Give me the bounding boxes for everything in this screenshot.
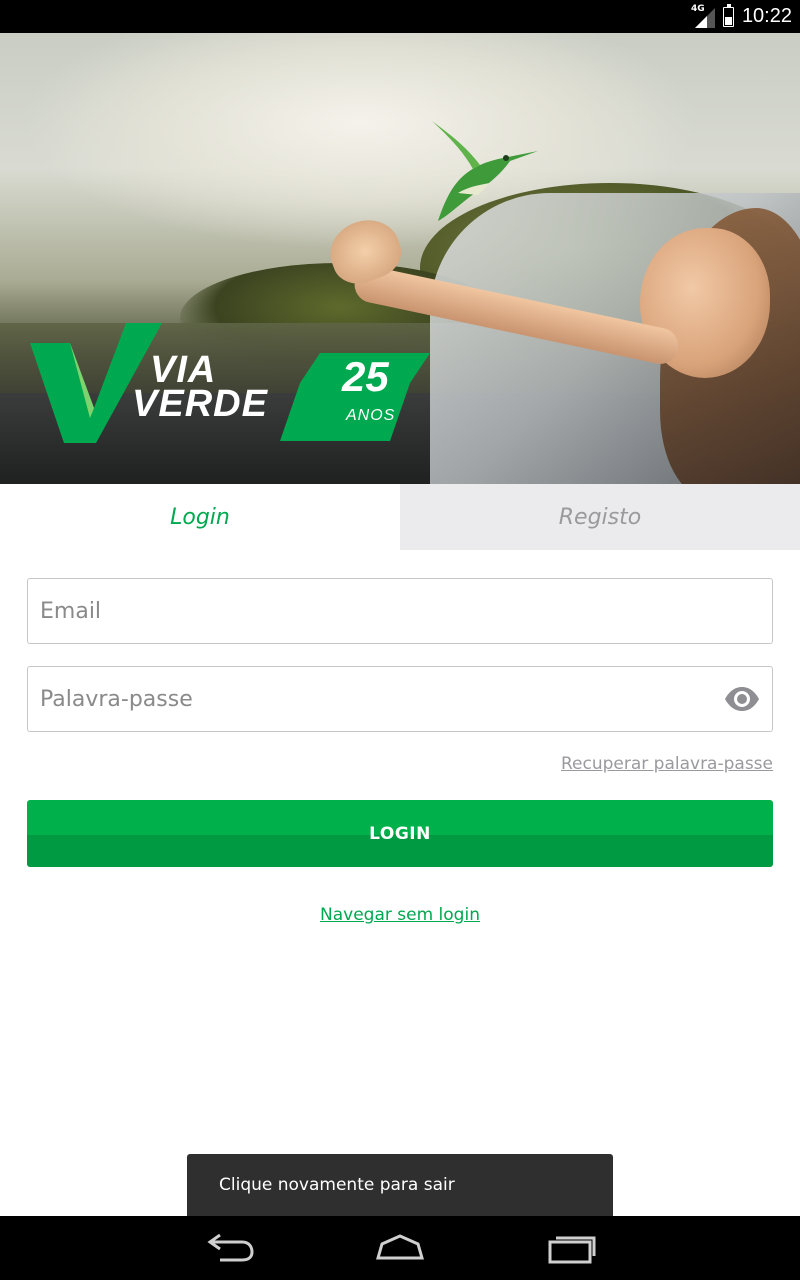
recent-apps-icon[interactable]: [542, 1228, 602, 1268]
network-type-label: 4G: [690, 3, 705, 14]
logo-via-text: VIA: [150, 349, 217, 391]
signal-icon: 4G: [690, 3, 715, 28]
toast-message: Clique novamente para sair: [187, 1154, 613, 1216]
email-input[interactable]: [28, 579, 700, 643]
eye-icon[interactable]: [724, 685, 760, 713]
recover-password-link[interactable]: Recuperar palavra-passe: [561, 754, 773, 774]
hero-banner: VIA VERDE 25 ANOS: [0, 33, 800, 484]
status-icons: 4G 10:22: [690, 3, 792, 29]
browse-container: Navegar sem login: [0, 905, 800, 925]
anniversary-word: ANOS: [346, 407, 396, 424]
battery-icon: [722, 3, 734, 27]
system-navigation-bar: [0, 1216, 800, 1280]
login-button[interactable]: LOGIN: [27, 800, 773, 867]
password-field[interactable]: [27, 666, 773, 732]
auth-tabs: Login Registo: [0, 484, 800, 550]
back-icon[interactable]: [198, 1228, 258, 1268]
tab-login[interactable]: Login: [0, 484, 400, 550]
tab-registo[interactable]: Registo: [400, 484, 800, 550]
browse-without-login-link[interactable]: Navegar sem login: [320, 905, 480, 925]
anniversary-number: 25: [342, 353, 389, 400]
status-clock: 10:22: [741, 5, 792, 27]
logo-verde-text: VERDE: [132, 383, 268, 425]
toast-text: Clique novamente para sair: [219, 1175, 455, 1195]
password-input[interactable]: [28, 667, 700, 731]
email-field[interactable]: [27, 578, 773, 644]
home-icon[interactable]: [370, 1228, 430, 1268]
via-verde-logo: VIA VERDE 25 ANOS: [30, 323, 450, 453]
status-bar: 4G 10:22: [0, 0, 800, 33]
hummingbird-icon: [432, 121, 538, 221]
